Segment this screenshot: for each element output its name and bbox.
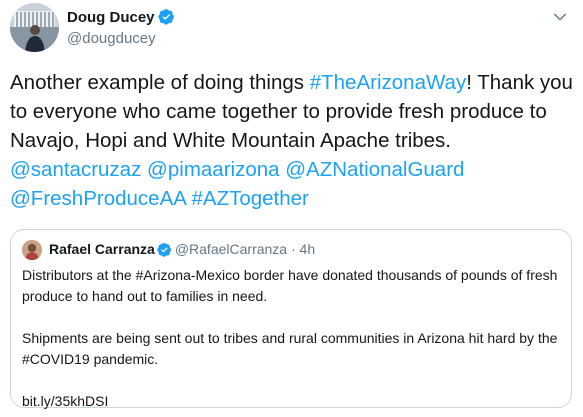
hashtag-link[interactable]: #TheArizonaWay — [310, 71, 466, 94]
tweet-text: Another example of doing things #TheAriz… — [10, 68, 576, 213]
quoted-author-name[interactable]: Rafael Carranza — [49, 241, 155, 257]
author-avatar[interactable] — [10, 3, 59, 52]
profile-photo — [22, 240, 42, 260]
author-handle[interactable]: @dougducey — [67, 30, 156, 47]
author-name[interactable]: Doug Ducey — [67, 9, 155, 26]
mention-link[interactable]: @santacruzaz — [10, 158, 141, 181]
quoted-timestamp[interactable]: 4h — [300, 241, 316, 257]
mention-link[interactable]: @pimaarizona — [147, 158, 279, 181]
mention-link[interactable]: @FreshProduceAA — [10, 187, 186, 210]
author-name-row[interactable]: Doug Ducey — [67, 8, 175, 26]
quoted-link[interactable]: bit.ly/35khDSI — [22, 391, 562, 412]
verified-badge-icon — [157, 9, 174, 25]
quoted-author-handle[interactable]: @RafaelCarranza — [175, 241, 287, 257]
quoted-paragraph: Shipments are being sent out to tribes a… — [22, 330, 558, 367]
quoted-author-avatar[interactable] — [22, 240, 42, 260]
chevron-down-icon[interactable] — [551, 8, 569, 26]
mention-link[interactable]: @AZNationalGuard — [285, 158, 464, 181]
quoted-header: Rafael Carranza @RafaelCarranza · 4h — [49, 241, 315, 257]
quoted-tweet-card[interactable]: Rafael Carranza @RafaelCarranza · 4h Dis… — [10, 229, 572, 409]
separator-dot: · — [290, 241, 296, 257]
hashtag-link[interactable]: #AZTogether — [192, 187, 309, 210]
quoted-tweet-text: Distributors at the #Arizona-Mexico bord… — [22, 265, 562, 412]
tweet-text-part: Another example of doing things — [10, 71, 310, 94]
verified-badge-icon — [157, 242, 171, 257]
profile-photo — [10, 3, 59, 52]
quoted-paragraph: Distributors at the #Arizona-Mexico bord… — [22, 267, 558, 304]
